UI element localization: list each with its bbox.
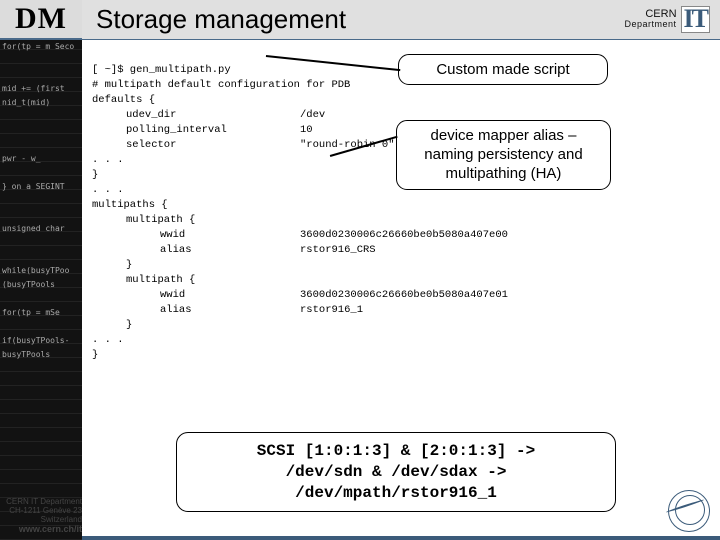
cern-logo: CERN Department IT <box>625 6 711 33</box>
scsi-line1: SCSI [1:0:1:3] & [2:0:1:3] -> <box>187 441 605 462</box>
connector-line-1 <box>266 55 401 75</box>
sidebar: for(tp = m Seco mid += (first nid_t(mid)… <box>0 0 82 540</box>
page-title: Storage management <box>96 4 346 35</box>
comment-line: # multipath default configuration for PD… <box>92 79 350 91</box>
key: alias <box>160 243 300 258</box>
cern-emblem-icon <box>668 490 710 532</box>
key: selector <box>126 138 300 153</box>
brace-close: } <box>92 259 132 271</box>
key: udev_dir <box>126 108 300 123</box>
kv-row: udev_dir/dev <box>92 109 325 121</box>
code-block: [ ~]$ gen_multipath.py # multipath defau… <box>92 48 712 363</box>
footer-url: www.cern.ch/it <box>2 524 82 534</box>
key: alias <box>160 303 300 318</box>
kv-row: aliasrstor916_CRS <box>92 244 376 256</box>
brace-close: } <box>92 349 98 361</box>
dm-logo: DM <box>0 0 82 40</box>
dots: . . . <box>92 334 124 346</box>
scsi-line3: /dev/mpath/rstor916_1 <box>187 483 605 504</box>
kv-row: wwid3600d0230006c26660be0b5080a407e01 <box>92 289 508 301</box>
footer-dept: CERN IT Department <box>2 497 82 506</box>
scsi-box: SCSI [1:0:1:3] & [2:0:1:3] -> /dev/sdn &… <box>176 432 616 512</box>
cern-lower: Department <box>625 20 677 29</box>
key: wwid <box>160 288 300 303</box>
kv-row: wwid3600d0230006c26660be0b5080a407e00 <box>92 229 508 241</box>
connector-line-2 <box>330 155 400 165</box>
multipaths-open: multipaths { <box>92 199 168 211</box>
multipath-open: multipath { <box>92 214 195 226</box>
val: 10 <box>300 124 313 136</box>
multipath-open: multipath { <box>92 274 195 286</box>
val: rstor916_CRS <box>300 244 376 256</box>
brace-close: } <box>92 319 132 331</box>
callout-alias: device mapper alias – naming persistency… <box>396 120 611 190</box>
sidebar-code-decor: for(tp = m Seco mid += (first nid_t(mid)… <box>2 40 74 362</box>
footer-addr2: Switzerland <box>2 515 82 524</box>
brace-close: } <box>92 169 98 181</box>
defaults-open: defaults { <box>92 94 155 106</box>
val: /dev <box>300 109 325 121</box>
footer-blue-line <box>82 536 720 540</box>
kv-row: polling_interval10 <box>92 124 313 136</box>
callout-script: Custom made script <box>398 54 608 85</box>
cmd-line: [ ~]$ gen_multipath.py <box>92 64 231 76</box>
dots: . . . <box>92 154 124 166</box>
key: wwid <box>160 228 300 243</box>
cern-text: CERN Department <box>625 9 677 29</box>
val: 3600d0230006c26660be0b5080a407e00 <box>300 229 508 241</box>
slide-root: for(tp = m Seco mid += (first nid_t(mid)… <box>0 0 720 540</box>
val: 3600d0230006c26660be0b5080a407e01 <box>300 289 508 301</box>
key: polling_interval <box>126 123 300 138</box>
footer-addr1: CH-1211 Genève 23 <box>2 506 82 515</box>
header: Storage management CERN Department IT <box>82 0 720 40</box>
scsi-line2: /dev/sdn & /dev/sdax -> <box>187 462 605 483</box>
val: rstor916_1 <box>300 304 363 316</box>
cern-it-block: IT <box>681 6 710 33</box>
footer-left: CERN IT Department CH-1211 Genève 23 Swi… <box>2 497 82 534</box>
dots: . . . <box>92 184 124 196</box>
kv-row: aliasrstor916_1 <box>92 304 363 316</box>
